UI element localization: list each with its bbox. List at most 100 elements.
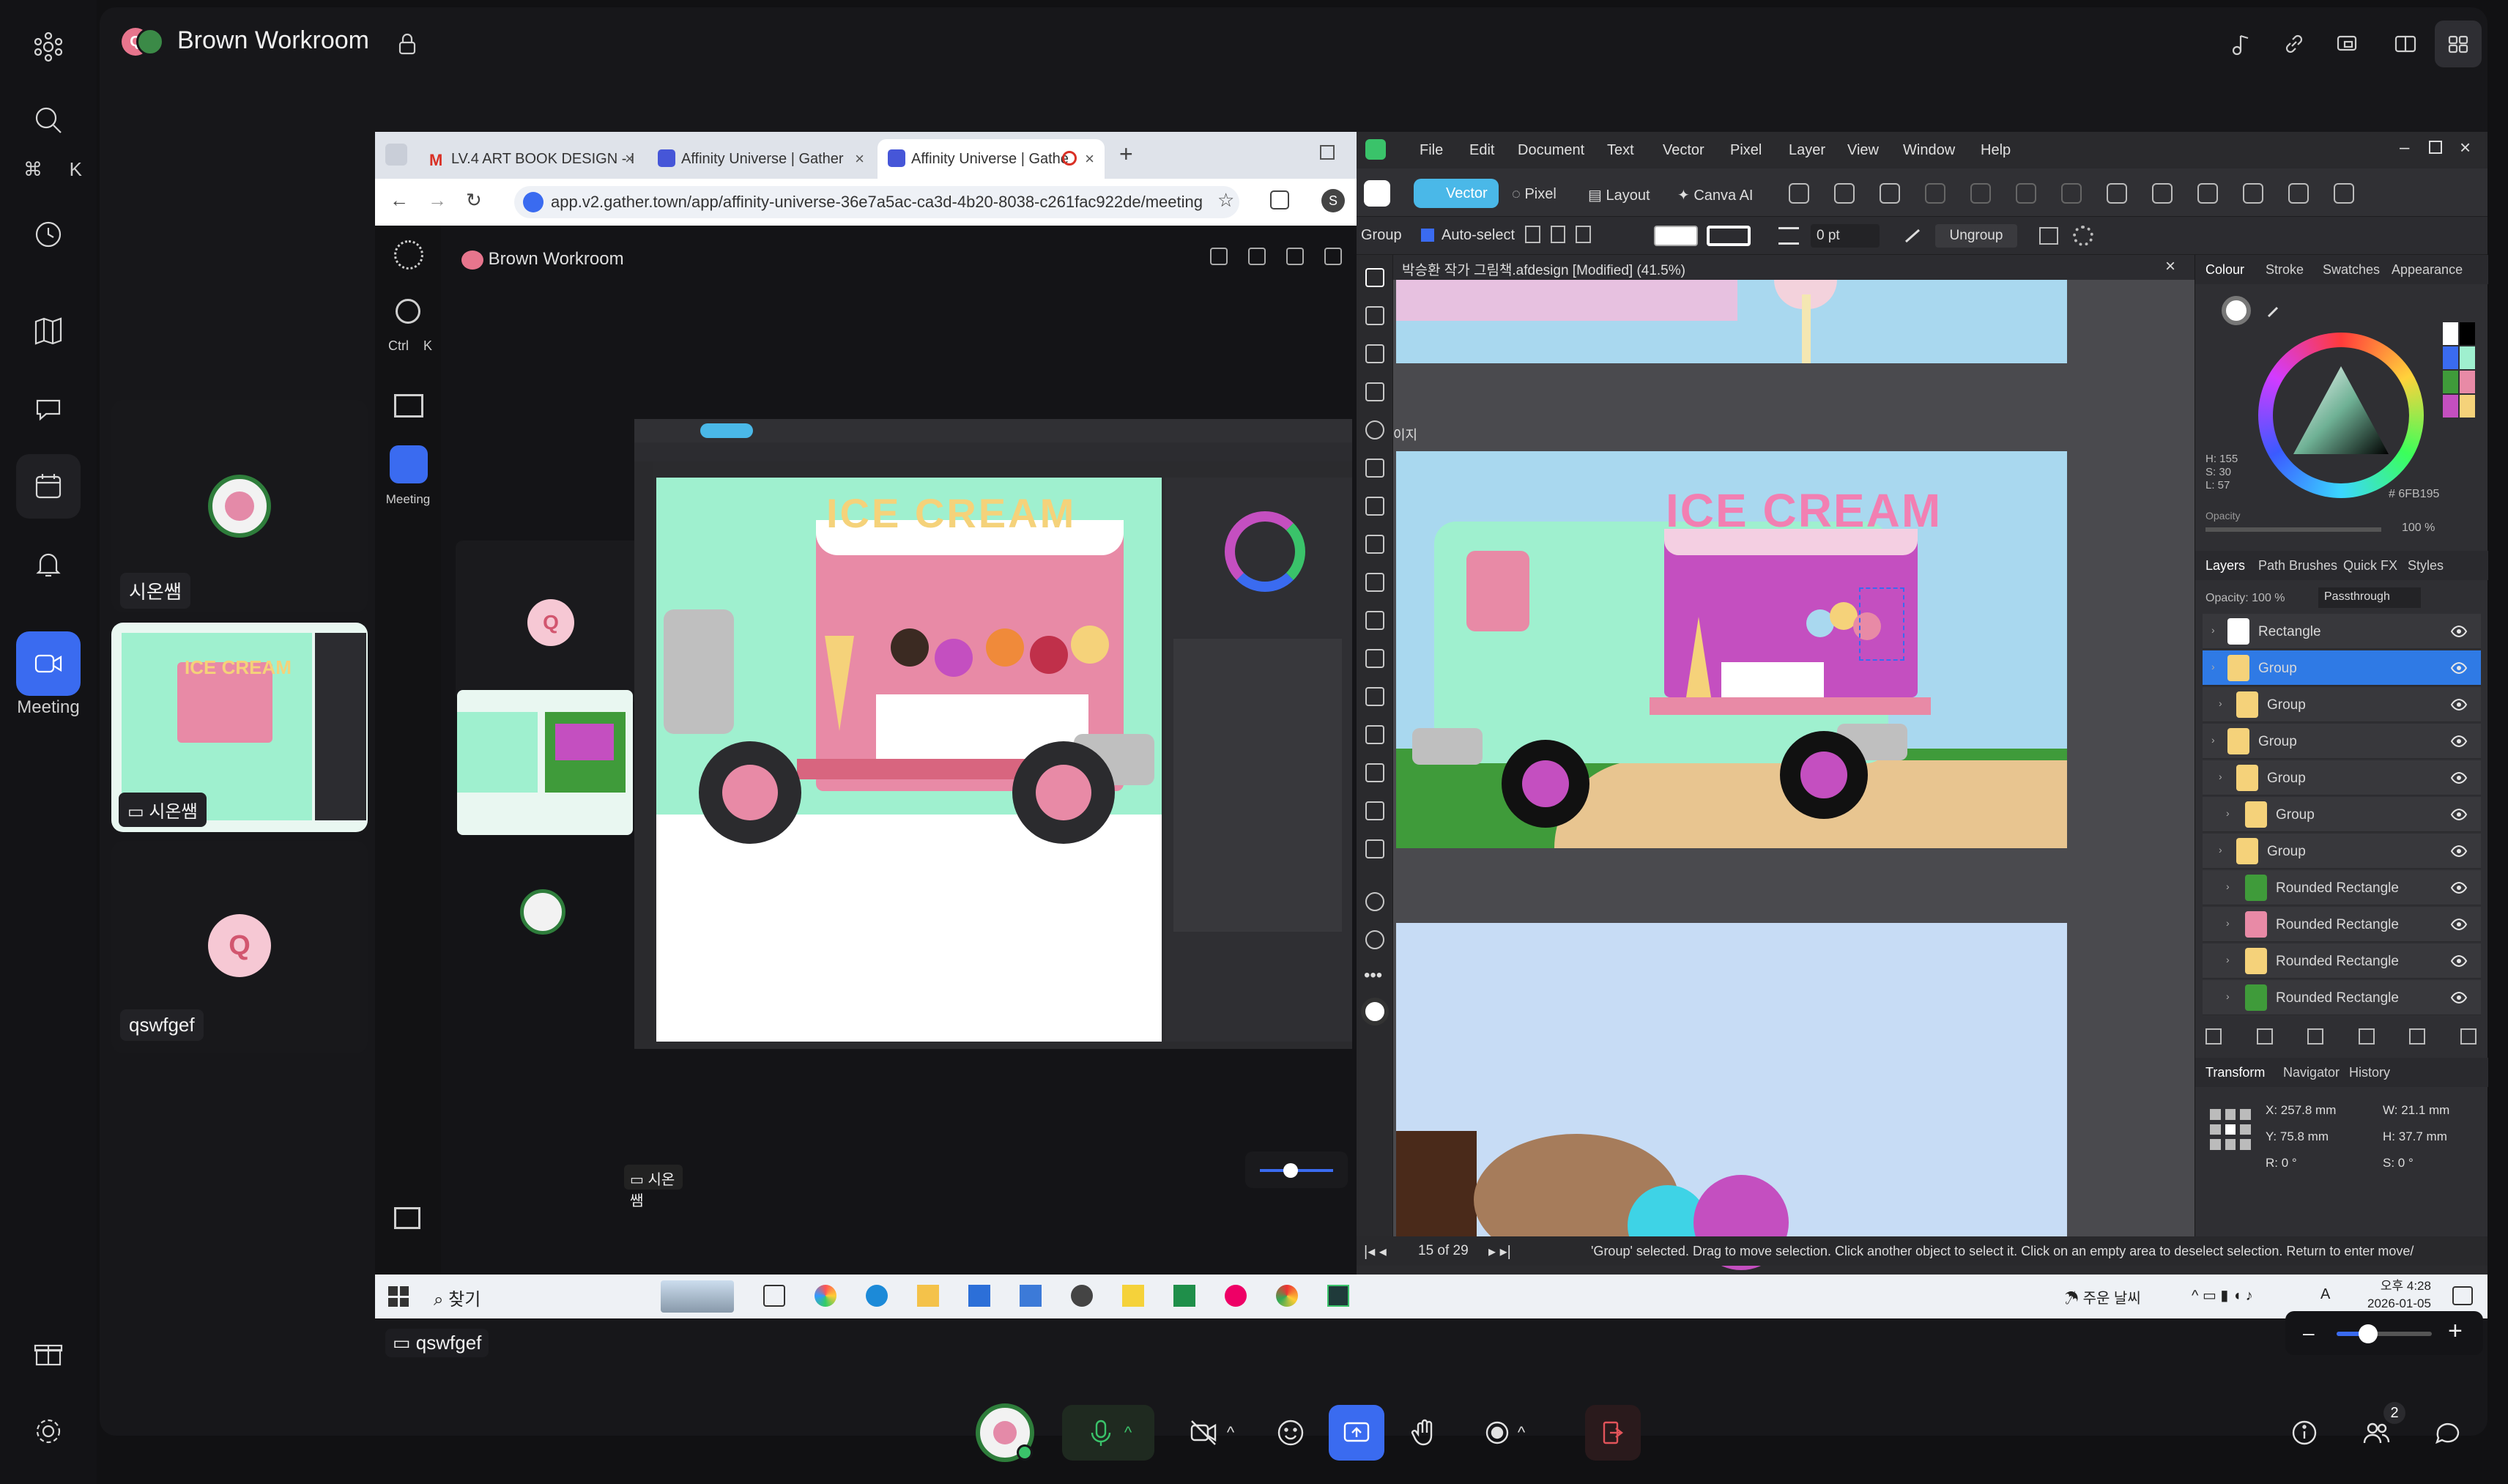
chevron-up-icon[interactable]: ^ [1227, 1423, 1234, 1442]
persona-canva-ai[interactable]: ✦ Canva AI [1677, 186, 1754, 204]
boolean-subtract-icon[interactable] [1925, 183, 1945, 204]
window-maximize-icon[interactable] [1320, 145, 1335, 160]
extensions-icon[interactable] [1270, 190, 1289, 209]
chevron-up-icon[interactable]: ^ [1518, 1423, 1525, 1442]
map-icon[interactable] [16, 299, 81, 363]
expand-arrow-icon[interactable]: › [2226, 807, 2230, 819]
zoom-tool-icon[interactable] [1365, 930, 1384, 949]
tab-list-icon[interactable] [385, 144, 407, 166]
meeting-icon[interactable] [16, 631, 81, 696]
gift-icon[interactable] [16, 1321, 81, 1386]
shape-tool-icon[interactable] [1365, 649, 1384, 668]
more-tools-icon[interactable]: ••• [1364, 965, 1382, 986]
microphone-button[interactable]: ^ [1062, 1405, 1154, 1461]
menu-window[interactable]: Window [1903, 142, 1955, 159]
close-tab-icon[interactable]: × [625, 149, 634, 168]
file-explorer-icon[interactable] [917, 1285, 939, 1307]
close-tab-icon[interactable]: × [855, 149, 864, 168]
tab-stroke[interactable]: Stroke [2266, 262, 2304, 278]
expand-arrow-icon[interactable]: › [2211, 734, 2215, 746]
menu-document[interactable]: Document [1518, 142, 1584, 159]
copilot-icon[interactable] [815, 1285, 836, 1307]
tab-appearance[interactable]: Appearance [2392, 262, 2463, 278]
crop-tool-icon[interactable] [1365, 763, 1384, 782]
fill-tool-icon[interactable] [1365, 573, 1384, 592]
persona-layout[interactable]: ▤ Layout [1588, 186, 1650, 204]
layer-row[interactable]: › Rounded Rectangle [2203, 943, 2481, 979]
boolean-add-icon[interactable] [1880, 183, 1900, 204]
visibility-eye-icon[interactable] [2450, 732, 2468, 750]
edge-icon[interactable] [866, 1285, 888, 1307]
weather-widget[interactable]: ☂ 주운 날씨 [2064, 1286, 2141, 1307]
affinity-taskbar-icon[interactable] [1327, 1285, 1349, 1307]
point-transform-icon[interactable] [1365, 420, 1384, 439]
tab-transform[interactable]: Transform [2205, 1065, 2265, 1080]
selection-box[interactable] [1859, 587, 1904, 661]
text-tool-icon[interactable] [1365, 687, 1384, 706]
expand-arrow-icon[interactable]: › [2219, 844, 2222, 856]
tab-path-brushes[interactable]: Path Brushes [2258, 558, 2337, 574]
minimize-icon[interactable]: – [2400, 138, 2409, 158]
chat-button[interactable] [2420, 1405, 2476, 1461]
bell-icon[interactable] [16, 532, 81, 596]
pencil-tool-icon[interactable] [1365, 497, 1384, 516]
menu-text[interactable]: Text [1607, 142, 1634, 159]
pen-pressure-icon[interactable] [1903, 226, 1923, 246]
persona-vector[interactable]: Vector [1414, 179, 1499, 208]
raise-hand-button[interactable] [1396, 1405, 1452, 1461]
menu-edit[interactable]: Edit [1469, 142, 1494, 159]
select-mode-icon[interactable] [1550, 226, 1566, 243]
close-tab-icon[interactable]: × [1085, 149, 1094, 168]
colour-wheel[interactable] [2258, 333, 2424, 498]
align-icon[interactable] [2197, 183, 2218, 204]
menu-pixel[interactable]: Pixel [1730, 142, 1762, 159]
layer-row[interactable]: › Group [2203, 760, 2481, 795]
recent-swatches[interactable] [2443, 322, 2475, 418]
add-layer-icon[interactable] [2409, 1028, 2426, 1045]
auto-select-checkbox[interactable] [1421, 229, 1434, 242]
calendar-icon[interactable] [16, 454, 81, 519]
layer-row[interactable]: › Group [2203, 797, 2481, 832]
reload-icon[interactable]: ↻ [466, 189, 482, 212]
screen-icon[interactable] [2323, 21, 2370, 67]
place-image-icon[interactable] [1365, 725, 1384, 744]
maximize-icon[interactable] [2429, 141, 2442, 154]
select-mode-icon[interactable] [1525, 226, 1540, 243]
url-input[interactable]: app.v2.gather.town/app/affinity-universe… [514, 186, 1239, 218]
expand-arrow-icon[interactable]: › [2219, 697, 2222, 709]
visibility-eye-icon[interactable] [2450, 952, 2468, 970]
x-field[interactable]: 257.8 mm [2281, 1103, 2337, 1117]
tab-gmail[interactable]: M LV.4 ART BOOK DESIGN - I × [418, 139, 645, 179]
stroke-style-icon[interactable] [1778, 227, 1799, 245]
preferences-gear-icon[interactable] [2073, 226, 2093, 246]
expand-arrow-icon[interactable]: › [2226, 880, 2230, 892]
snap-icon[interactable] [1789, 183, 1809, 204]
fx-icon[interactable] [2358, 1028, 2375, 1045]
tab-swatches[interactable]: Swatches [2323, 262, 2380, 278]
layer-row[interactable]: › Rounded Rectangle [2203, 870, 2481, 905]
corner-tool-icon[interactable] [1365, 382, 1384, 401]
flip-icon[interactable] [2152, 183, 2173, 204]
participant-tile[interactable]: 시온쌤 [111, 400, 368, 612]
artboard-tool-icon[interactable] [1365, 306, 1384, 325]
move-tool-icon[interactable] [1365, 268, 1384, 287]
export-icon[interactable] [2334, 183, 2354, 204]
tab-styles[interactable]: Styles [2408, 558, 2444, 574]
self-avatar[interactable] [976, 1403, 1034, 1462]
zoom-slider-thumb[interactable] [2359, 1324, 2378, 1343]
layer-row[interactable]: › Rounded Rectangle [2203, 907, 2481, 942]
menu-layer[interactable]: Layer [1789, 142, 1825, 159]
mail-icon[interactable] [1020, 1285, 1042, 1307]
visibility-eye-icon[interactable] [2450, 842, 2468, 860]
store-icon[interactable] [968, 1285, 990, 1307]
layer-row[interactable]: › Group [2203, 687, 2481, 722]
expand-arrow-icon[interactable]: › [2226, 917, 2230, 929]
blend-mode-select[interactable]: Passthrough [2318, 587, 2421, 608]
layer-row[interactable]: › Group [2203, 724, 2481, 759]
width-field[interactable]: 21.1 mm [2401, 1103, 2449, 1117]
height-field[interactable]: 37.7 mm [2399, 1129, 2447, 1143]
input-language[interactable]: A [2320, 1286, 2330, 1303]
alignment-icon[interactable] [2039, 227, 2058, 245]
eyedropper-icon[interactable] [2266, 302, 2283, 319]
tab-colour[interactable]: Colour [2205, 262, 2244, 278]
